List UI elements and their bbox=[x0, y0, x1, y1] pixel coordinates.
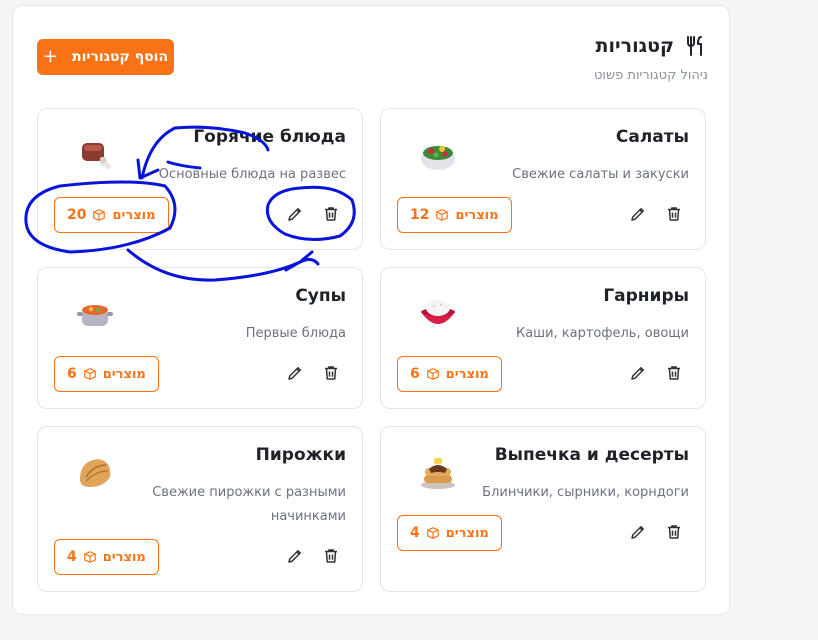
box-icon bbox=[83, 368, 96, 380]
plus-icon: + bbox=[42, 46, 59, 67]
trash-icon[interactable] bbox=[665, 523, 683, 541]
category-name: Салаты bbox=[615, 127, 689, 147]
trash-icon[interactable] bbox=[322, 547, 340, 565]
box-icon bbox=[93, 209, 106, 221]
product-count-button[interactable]: 4 מוצרים bbox=[54, 539, 159, 575]
pencil-icon[interactable] bbox=[629, 523, 647, 541]
box-icon bbox=[436, 209, 449, 221]
box-icon bbox=[426, 527, 439, 539]
product-count-label: מוצרים bbox=[445, 525, 489, 541]
product-count: 4 bbox=[67, 549, 77, 565]
category-card[interactable]: Супы Первые блюда 6 מוצרים bbox=[37, 267, 363, 409]
category-name: Выпечка и десерты bbox=[494, 445, 689, 465]
category-card[interactable]: Выпечка и десерты Блинчики, сырники, кор… bbox=[380, 426, 706, 592]
category-description: Свежие пирожки с разными начинками bbox=[152, 485, 346, 524]
product-count-button[interactable]: 12 מוצרים bbox=[397, 197, 512, 233]
category-name: Пирожки bbox=[255, 445, 346, 465]
product-count-button[interactable]: 6 מוצרים bbox=[397, 356, 502, 392]
meat-icon bbox=[82, 143, 111, 169]
product-count-label: מוצרים bbox=[455, 207, 499, 223]
pancakes-icon bbox=[421, 458, 455, 489]
pencil-icon[interactable] bbox=[629, 364, 647, 382]
dumpling-icon bbox=[80, 459, 111, 487]
box-icon bbox=[426, 368, 439, 380]
soup-pot-icon bbox=[77, 305, 113, 326]
product-count: 4 bbox=[410, 525, 420, 541]
category-card[interactable]: Салаты Свежие салаты и закуски 12 מוצרים bbox=[380, 108, 706, 250]
product-count: 12 bbox=[410, 207, 430, 223]
product-count-label: מוצרים bbox=[102, 549, 146, 565]
category-description: Свежие салаты и закуски bbox=[512, 167, 689, 182]
category-description: Первые блюда bbox=[245, 326, 346, 341]
product-count-button[interactable]: 20 מוצרים bbox=[54, 197, 169, 233]
salad-icon bbox=[421, 146, 455, 170]
page-title: קטגוריות bbox=[595, 35, 674, 57]
box-icon bbox=[83, 551, 96, 563]
add-category-label: הוסף קטגוריות bbox=[72, 49, 169, 65]
category-description: Блинчики, сырники, корндоги bbox=[482, 485, 689, 500]
product-count: 20 bbox=[67, 207, 87, 223]
product-count-button[interactable]: 6 מוצרים bbox=[54, 356, 159, 392]
product-count-label: מוצרים bbox=[445, 366, 489, 382]
category-description: Каши, картофель, овощи bbox=[515, 326, 689, 341]
product-count-button[interactable]: 4 מוצרים bbox=[397, 515, 502, 551]
category-description: Основные блюда на развес bbox=[158, 167, 346, 182]
page-subtitle: ניהול קטגוריות פשוט bbox=[594, 68, 708, 83]
trash-icon[interactable] bbox=[322, 364, 340, 382]
category-card[interactable]: Гарниры Каши, картофель, овощи 6 מוצרים bbox=[380, 267, 706, 409]
category-card[interactable]: Горячие блюда Основные блюда на развес 2… bbox=[37, 108, 363, 250]
trash-icon[interactable] bbox=[665, 364, 683, 382]
category-card[interactable]: Пирожки Свежие пирожки с разными начинка… bbox=[37, 426, 363, 592]
pencil-icon[interactable] bbox=[629, 205, 647, 223]
trash-icon[interactable] bbox=[665, 205, 683, 223]
pencil-icon[interactable] bbox=[286, 205, 304, 223]
product-count: 6 bbox=[67, 366, 77, 382]
add-category-button[interactable]: + הוסף קטגוריות bbox=[37, 39, 174, 75]
category-name: Горячие блюда bbox=[193, 127, 346, 147]
trash-icon[interactable] bbox=[322, 205, 340, 223]
category-name: Супы bbox=[295, 286, 346, 306]
product-count-label: מוצרים bbox=[112, 207, 156, 223]
pencil-icon[interactable] bbox=[286, 364, 304, 382]
rice-bowl-icon bbox=[421, 300, 455, 324]
category-name: Гарниры bbox=[603, 286, 689, 306]
fork-knife-icon bbox=[687, 36, 702, 56]
page-header: קטגוריות ניהול קטגוריות פשוט bbox=[594, 34, 708, 83]
product-count: 6 bbox=[410, 366, 420, 382]
pencil-icon[interactable] bbox=[286, 547, 304, 565]
product-count-label: מוצרים bbox=[102, 366, 146, 382]
